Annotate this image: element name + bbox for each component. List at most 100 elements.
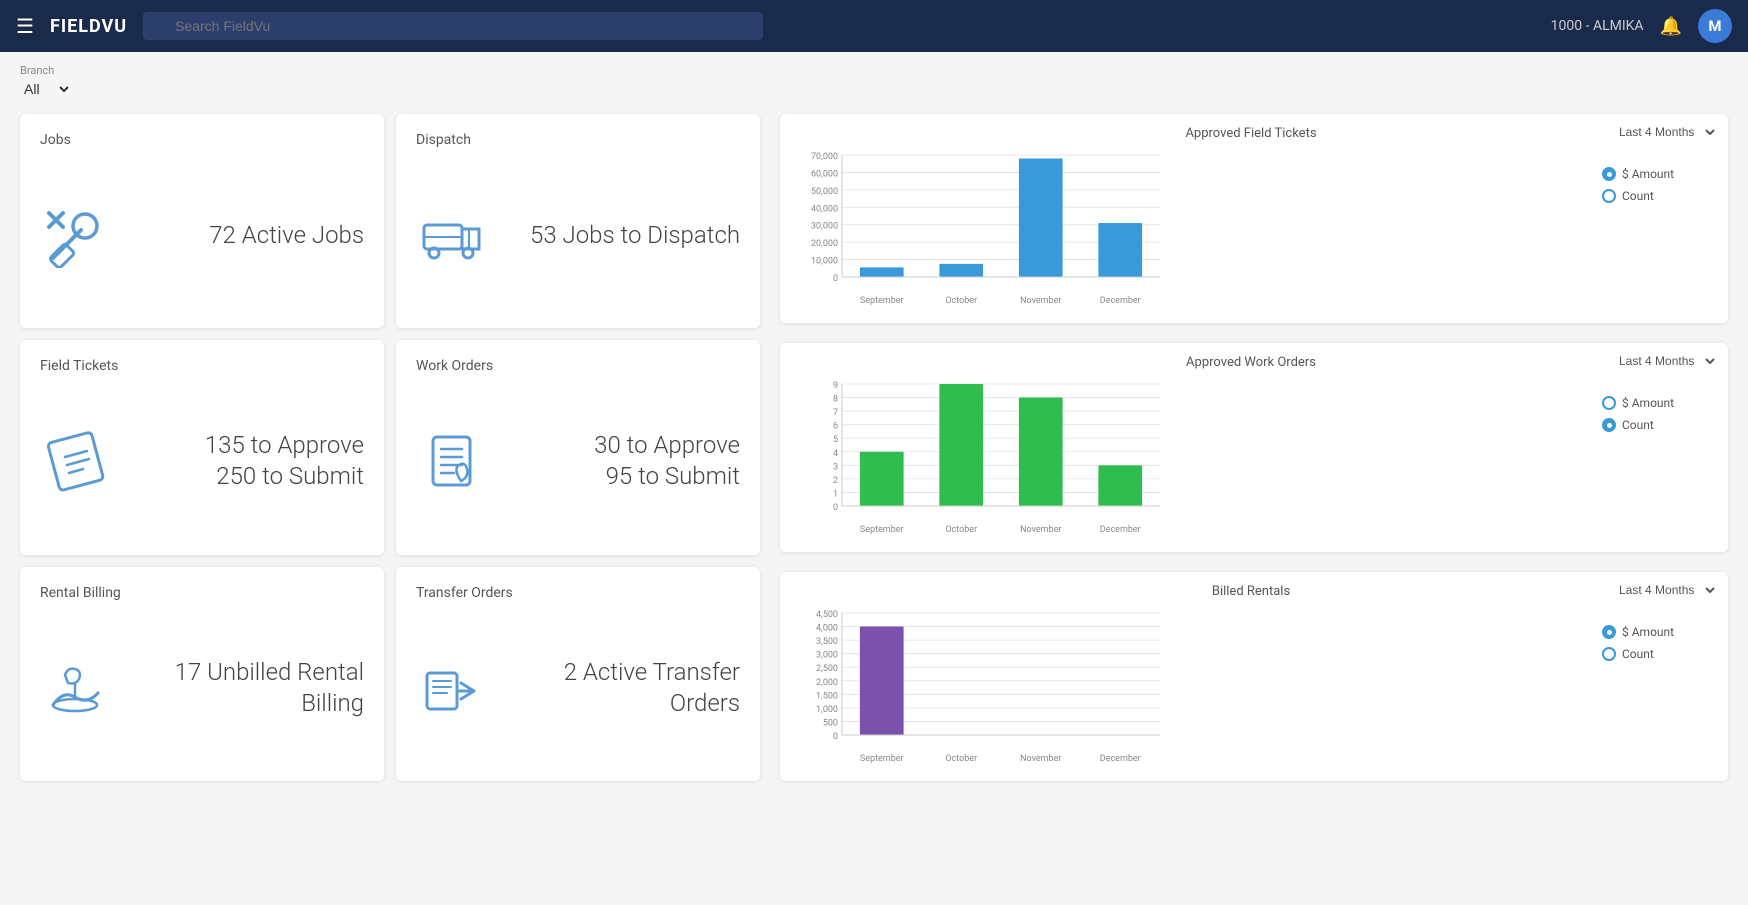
svg-text:November: November xyxy=(1020,296,1061,306)
svg-text:3,500: 3,500 xyxy=(816,637,838,647)
svg-text:40,000: 40,000 xyxy=(811,204,838,214)
legend-radio-0[interactable] xyxy=(1602,167,1616,181)
card-title-jobs: Jobs xyxy=(40,132,364,148)
card-stat-rental-billing: 17 Unbilled Rental Billing xyxy=(126,657,364,719)
card-title-transfer-orders: Transfer Orders xyxy=(416,585,740,601)
legend-label-0: $ Amount xyxy=(1622,167,1674,181)
card-stat-jobs: 72 Active Jobs xyxy=(126,220,364,251)
card-body-jobs: 72 Active Jobs xyxy=(40,160,364,310)
card-body-field-tickets: 135 to Approve250 to Submit xyxy=(40,386,364,536)
card-body-rental-billing: 17 Unbilled Rental Billing xyxy=(40,613,364,763)
legend-radio-0[interactable] xyxy=(1602,396,1616,410)
legend-radio-1[interactable] xyxy=(1602,418,1616,432)
chart-inner-approved-field-tickets: 010,00020,00030,00040,00050,00060,00070,… xyxy=(790,147,1712,311)
card-title-field-tickets: Field Tickets xyxy=(40,358,364,374)
card-rental-billing[interactable]: Rental Billing 17 Unbilled Rental Billin… xyxy=(20,567,384,781)
legend-radio-0[interactable] xyxy=(1602,625,1616,639)
notification-bell-icon[interactable]: 🔔 xyxy=(1660,16,1682,37)
card-icon-field-tickets xyxy=(40,426,110,496)
chart-approved-work-orders: Approved Work Orders Last 4 Months Last … xyxy=(780,343,1728,552)
card-stat-work-orders: 30 to Approve95 to Submit xyxy=(502,430,740,492)
cards-grid: Jobs 72 Active Jobs Dispatch 53 Jobs to … xyxy=(20,114,760,781)
chart-billed-rentals: Billed Rentals Last 4 Months Last 6 Mont… xyxy=(780,572,1728,781)
legend-label-0: $ Amount xyxy=(1622,625,1674,639)
svg-text:December: December xyxy=(1100,525,1141,535)
chart-period-select-approved-work-orders[interactable]: Last 4 Months Last 6 Months Last 12 Mont… xyxy=(1615,353,1718,369)
chart-period-select-approved-field-tickets[interactable]: Last 4 Months Last 6 Months Last 12 Mont… xyxy=(1615,124,1718,140)
main-layout: Jobs 72 Active Jobs Dispatch 53 Jobs to … xyxy=(20,114,1728,781)
card-work-orders[interactable]: Work Orders 30 to Approve95 to Submit xyxy=(396,340,760,554)
topnav: ☰ FIELDVU 🔍 1000 - ALMIKA 🔔 M xyxy=(0,0,1748,52)
svg-text:9: 9 xyxy=(833,381,838,391)
svg-text:November: November xyxy=(1020,754,1061,764)
branch-select[interactable]: All xyxy=(20,80,72,98)
company-label: 1000 - ALMIKA xyxy=(1551,18,1644,34)
svg-text:December: December xyxy=(1100,296,1141,306)
content-area: Branch All Jobs 72 Active Jobs Dispatch xyxy=(0,52,1748,793)
legend-radio-1[interactable] xyxy=(1602,189,1616,203)
bar-chart-approved-work-orders: 0123456789SeptemberOctoberNovemberDecemb… xyxy=(790,376,1594,540)
card-dispatch[interactable]: Dispatch 53 Jobs to Dispatch xyxy=(396,114,760,328)
chart-legend-approved-field-tickets: $ Amount Count xyxy=(1602,147,1712,203)
svg-text:7: 7 xyxy=(833,408,838,418)
legend-label-1: Count xyxy=(1622,418,1654,432)
svg-text:4: 4 xyxy=(833,449,838,459)
chart-title-billed-rentals: Billed Rentals xyxy=(790,584,1712,599)
card-icon-work-orders xyxy=(416,426,486,496)
branch-label: Branch xyxy=(20,64,1728,77)
legend-item-0: $ Amount xyxy=(1602,396,1712,410)
legend-label-0: $ Amount xyxy=(1622,396,1674,410)
svg-text:September: September xyxy=(860,754,904,764)
svg-text:1: 1 xyxy=(833,489,838,499)
card-title-rental-billing: Rental Billing xyxy=(40,585,364,601)
card-body-transfer-orders: 2 Active Transfer Orders xyxy=(416,613,740,763)
card-title-work-orders: Work Orders xyxy=(416,358,740,374)
avatar[interactable]: M xyxy=(1698,9,1732,43)
svg-text:500: 500 xyxy=(823,718,838,728)
search-input[interactable] xyxy=(143,12,763,40)
legend-item-0: $ Amount xyxy=(1602,167,1712,181)
card-transfer-orders[interactable]: Transfer Orders 2 Active Transfer Orders xyxy=(396,567,760,781)
card-icon-jobs xyxy=(40,200,110,270)
search-wrap: 🔍 xyxy=(143,12,763,40)
legend-label-1: Count xyxy=(1622,647,1654,661)
chart-title-approved-field-tickets: Approved Field Tickets xyxy=(790,126,1712,141)
chart-inner-billed-rentals: 05001,0001,5002,0002,5003,0003,5004,0004… xyxy=(790,605,1712,769)
card-stat-transfer-orders: 2 Active Transfer Orders xyxy=(502,657,740,719)
legend-item-1: Count xyxy=(1602,647,1712,661)
svg-text:50,000: 50,000 xyxy=(811,187,838,197)
chart-approved-field-tickets: Approved Field Tickets Last 4 Months Las… xyxy=(780,114,1728,323)
legend-item-1: Count xyxy=(1602,189,1712,203)
menu-icon[interactable]: ☰ xyxy=(16,14,34,38)
svg-text:2,500: 2,500 xyxy=(816,664,838,674)
card-body-work-orders: 30 to Approve95 to Submit xyxy=(416,386,740,536)
svg-text:September: September xyxy=(860,296,904,306)
legend-radio-1[interactable] xyxy=(1602,647,1616,661)
card-icon-transfer-orders xyxy=(416,653,486,723)
svg-text:November: November xyxy=(1020,525,1061,535)
svg-text:0: 0 xyxy=(833,274,838,284)
chart-title-approved-work-orders: Approved Work Orders xyxy=(790,355,1712,370)
legend-label-1: Count xyxy=(1622,189,1654,203)
card-field-tickets[interactable]: Field Tickets 135 to Approve250 to Submi… xyxy=(20,340,384,554)
svg-text:70,000: 70,000 xyxy=(811,152,838,162)
card-icon-dispatch xyxy=(416,200,486,270)
charts-area: Approved Field Tickets Last 4 Months Las… xyxy=(780,114,1728,781)
svg-text:2,000: 2,000 xyxy=(816,678,838,688)
card-title-dispatch: Dispatch xyxy=(416,132,740,148)
chart-inner-approved-work-orders: 0123456789SeptemberOctoberNovemberDecemb… xyxy=(790,376,1712,540)
legend-item-1: Count xyxy=(1602,418,1712,432)
svg-text:2: 2 xyxy=(833,476,838,486)
legend-item-0: $ Amount xyxy=(1602,625,1712,639)
chart-legend-approved-work-orders: $ Amount Count xyxy=(1602,376,1712,432)
svg-text:4,000: 4,000 xyxy=(816,624,838,634)
svg-text:10,000: 10,000 xyxy=(811,257,838,267)
branch-selector-wrap: Branch All xyxy=(20,64,1728,98)
chart-period-select-billed-rentals[interactable]: Last 4 Months Last 6 Months Last 12 Mont… xyxy=(1615,582,1718,598)
card-body-dispatch: 53 Jobs to Dispatch xyxy=(416,160,740,310)
card-jobs[interactable]: Jobs 72 Active Jobs xyxy=(20,114,384,328)
svg-text:September: September xyxy=(860,525,904,535)
svg-text:4,500: 4,500 xyxy=(816,610,838,620)
svg-text:0: 0 xyxy=(833,732,838,742)
svg-text:20,000: 20,000 xyxy=(811,239,838,249)
